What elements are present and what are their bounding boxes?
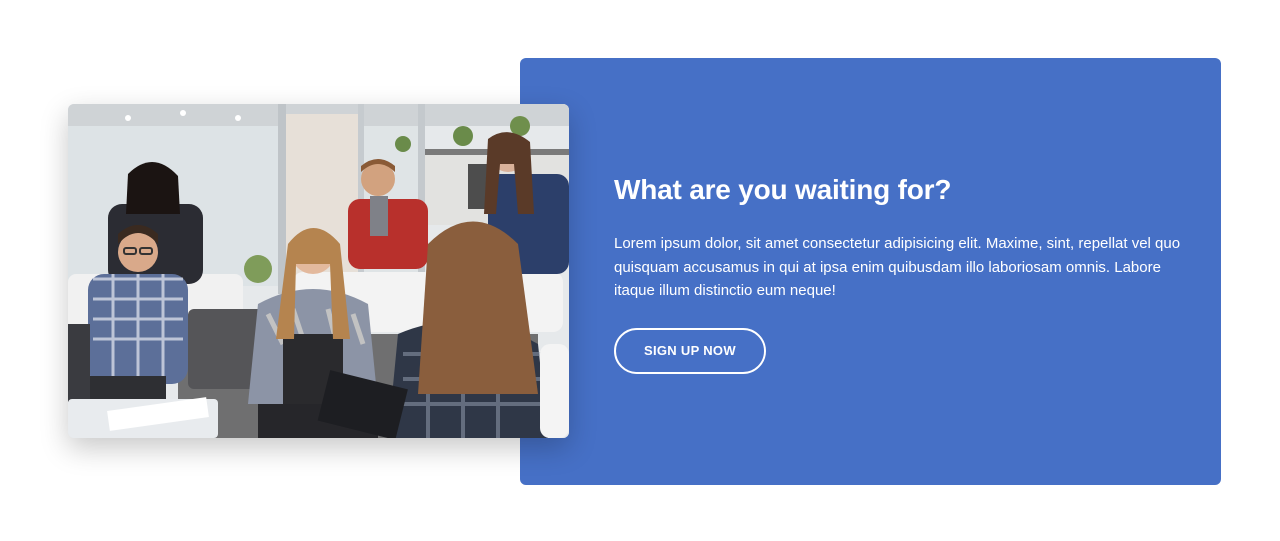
cta-content: What are you waiting for? Lorem ipsum do… (614, 173, 1184, 374)
cta-section: What are you waiting for? Lorem ipsum do… (0, 0, 1280, 541)
cta-panel: What are you waiting for? Lorem ipsum do… (520, 58, 1221, 485)
sign-up-button[interactable]: SIGN UP NOW (614, 327, 766, 374)
cta-description: Lorem ipsum dolor, sit amet consectetur … (614, 235, 1181, 299)
team-meeting-photo (68, 104, 569, 438)
cta-title: What are you waiting for? (614, 174, 952, 205)
team-meeting-illustration (68, 104, 569, 438)
